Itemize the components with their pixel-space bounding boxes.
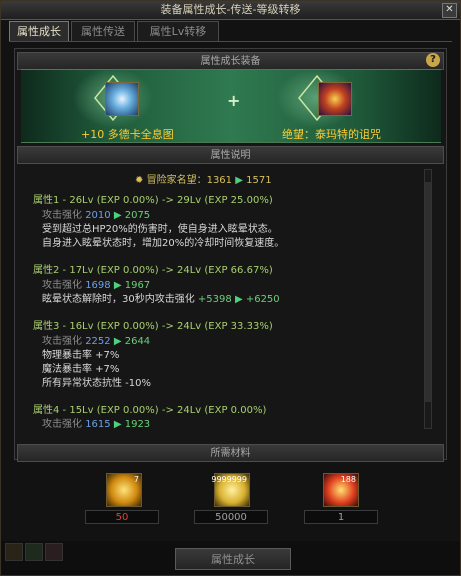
plus-icon: + — [227, 91, 241, 110]
attr3-effect-2: 魔法暴击率 +7% — [42, 364, 120, 375]
effect-text: 眩晕状态解除时，30秒内攻击强化 — [42, 294, 195, 305]
materials-section-header: 所需材料 — [17, 444, 444, 462]
scrollbar-thumb[interactable] — [425, 182, 431, 402]
attr1-level: 属性1 - 26Lv (EXP 0.00%) -> 29Lv (EXP 25.0… — [33, 195, 273, 206]
tab-attribute-growth[interactable]: 属性成长 — [9, 21, 69, 41]
stat-to: 1923 — [124, 419, 151, 430]
material-slot-2[interactable]: 9999999 — [211, 473, 250, 507]
extra-to: +6250 — [245, 294, 280, 305]
game-shortcut-icon[interactable] — [45, 543, 63, 561]
right-item-name: 绝望：泰玛特的诅咒 — [282, 128, 381, 141]
material-slot-1[interactable]: 7 — [106, 473, 142, 507]
attribute-growth-button[interactable]: 属性成长 — [175, 548, 291, 570]
arrow-right-icon: ▶ — [113, 419, 122, 430]
attr1-effect-1: 受到超过总HP20%的伤害时，使自身进入眩晕状态。 — [42, 224, 278, 235]
material-slot-3[interactable]: 188 — [323, 473, 359, 507]
attr3-effect-3: 所有异常状态抗性 -10% — [42, 378, 152, 389]
title-bar[interactable]: 装备属性成长-传送-等级转移 ✕ — [1, 1, 460, 20]
attr3-effect-1: 物理暴击率 +7% — [42, 350, 120, 361]
arrow-right-icon: ▶ — [234, 294, 243, 305]
material-count-3: 1 — [304, 510, 378, 524]
stat-label: 攻击强化 — [42, 419, 82, 430]
tab-label: 属性传送 — [81, 25, 125, 38]
attr4-level: 属性4 - 15Lv (EXP 0.00%) -> 24Lv (EXP 0.00… — [33, 405, 267, 416]
game-shortcut-icon[interactable] — [5, 543, 23, 561]
material-count-2: 50000 — [194, 510, 268, 524]
attr2-effect-1: 眩晕状态解除时，30秒内攻击强化 +5398 ▶ +6250 — [42, 290, 280, 305]
stat-to: 2644 — [124, 336, 151, 347]
attr1-stat: 攻击强化 2010 ▶ 2075 — [42, 206, 150, 221]
material-badge: 188 — [340, 475, 356, 484]
attr1-effect-2: 自身进入眩晕状态时，增加20%的冷却时间恢复速度。 — [42, 238, 285, 249]
material-badge: 9999999 — [211, 475, 247, 484]
tab-label: 属性成长 — [17, 25, 61, 38]
desc-scrollbar[interactable] — [424, 169, 432, 429]
fame-row: ✹ 冒险家名望：1361 ▶ 1571 — [135, 171, 272, 186]
fame-label: 冒险家名望：1361 — [146, 175, 233, 186]
tab-level-transfer[interactable]: 属性Lv转移 — [137, 21, 219, 41]
desc-section-header: 属性说明 — [17, 146, 444, 164]
equipment-growth-window: 装备属性成长-传送-等级转移 ✕ 属性成长 属性传送 属性Lv转移 属性成长装备… — [0, 0, 461, 576]
attr4-stat: 攻击强化 1615 ▶ 1923 — [42, 415, 150, 430]
tab-label: 属性Lv转移 — [149, 25, 207, 38]
tab-divider — [9, 41, 452, 42]
fame-to: 1571 — [246, 175, 272, 186]
close-icon[interactable]: ✕ — [442, 3, 457, 18]
attr2-stat: 攻击强化 1698 ▶ 1967 — [42, 276, 150, 291]
tab-attribute-transfer[interactable]: 属性传送 — [71, 21, 135, 41]
material-count-1: 50 — [85, 510, 159, 524]
arrow-right-icon: ▶ — [235, 175, 243, 186]
left-equip-slot[interactable] — [105, 82, 139, 116]
stat-from: 1615 — [85, 419, 111, 430]
attr3-stat: 攻击强化 2252 ▶ 2644 — [42, 332, 150, 347]
right-equip-slot[interactable] — [318, 82, 352, 116]
equip-section-header: 属性成长装备 — [17, 52, 444, 70]
extra-from: +5398 — [197, 294, 232, 305]
material-badge: 7 — [133, 475, 139, 484]
attr2-level: 属性2 - 17Lv (EXP 0.00%) -> 24Lv (EXP 66.6… — [33, 265, 273, 276]
fame-star-icon: ✹ — [135, 175, 144, 186]
attr3-level: 属性3 - 16Lv (EXP 0.00%) -> 24Lv (EXP 33.3… — [33, 321, 273, 332]
window-title: 装备属性成长-传送-等级转移 — [160, 3, 301, 16]
game-shortcut-icon[interactable] — [25, 543, 43, 561]
left-item-name: +10 多德卡全息图 — [81, 128, 174, 141]
help-icon[interactable]: ? — [426, 53, 440, 67]
